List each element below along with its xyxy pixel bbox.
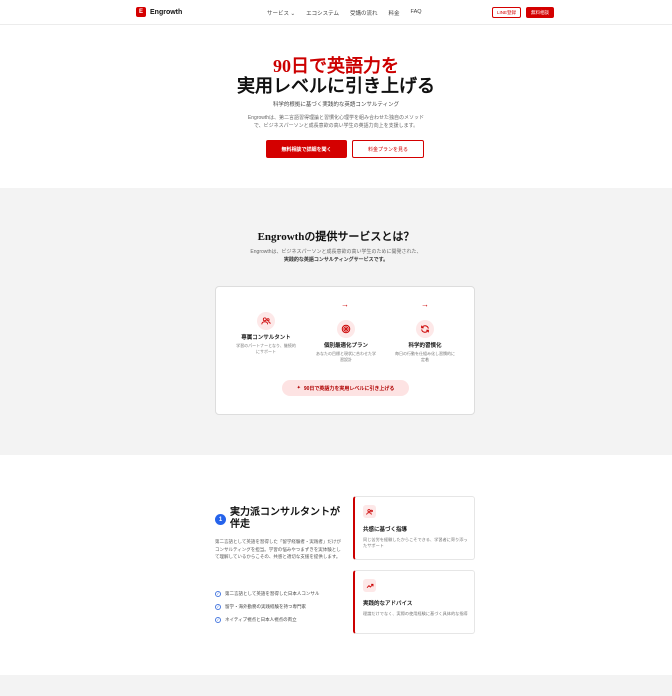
check-item-label: ネイティブ視点と日本人視点の両立 — [225, 616, 297, 622]
hero-pricing-button[interactable]: 料金プランを見る — [352, 140, 424, 158]
sparkle-icon: ✦ — [296, 385, 301, 391]
trending-up-icon — [363, 579, 376, 592]
step-plan: 個別最適化プラン あなたの目標と現状に合わせた学習設計 — [316, 320, 376, 362]
step-habit: 科学的習慣化 毎日の行動を仕組み化し習慣的に定着 — [395, 320, 455, 362]
check-circle-icon: ✓ — [215, 616, 221, 623]
hero-description: Engrowthは、第二言語習得理論と習慣化心理学を組み合わせた独自のメソッド … — [0, 114, 672, 130]
free-consult-button[interactable]: 無料相談 — [526, 7, 554, 18]
check-circle-icon: ✓ — [215, 590, 221, 597]
site-header: E Engrowth サービス ⌄ エコシステム 受講の流れ 料金 FAQ LI… — [0, 0, 672, 25]
nav-item-faq[interactable]: FAQ — [411, 9, 422, 17]
consultant-title: 実力派コンサルタントが伴走 — [230, 507, 340, 530]
hero-desc-line2: で、ビジネスパーソンと成長意欲の高い学生の英語力向上を支援します。 — [253, 123, 419, 129]
nav-item-flow[interactable]: 受講の流れ — [350, 9, 378, 17]
line-register-button[interactable]: LINE登録 — [492, 7, 521, 18]
feature-title: 実践的なアドバイス — [363, 601, 413, 607]
hero-subtitle: 科学的根拠に基づく実践的な英語コンサルティング — [272, 102, 400, 108]
step-consultant-title: 専属コンサルタント — [241, 335, 291, 341]
services-pill-label: 90日で英語力を実用レベルに引き上げる — [303, 385, 395, 392]
hero-desc-line1: Engrowthは、第二言語習得理論と習慣化心理学を組み合わせた独自のメソッド — [247, 115, 425, 121]
feature-text: 理論だけでなく、実際の使用経験に基づく具体的な指導 — [363, 611, 468, 616]
step-habit-text: 毎日の行動を仕組み化し習慣的に定着 — [395, 351, 455, 362]
list-item: ✓ 第二言語として英語を習得した日本人コンサル — [215, 587, 350, 600]
hero-title-line2: 実用レベルに引き上げる — [237, 76, 435, 96]
consultant-section — [0, 455, 672, 675]
arrow-right-icon: → — [421, 300, 429, 309]
services-description: Engrowthは、ビジネスパーソンと成長意欲の高い学生のために開発された、 実… — [0, 248, 672, 264]
feature-title: 共感に基づく指導 — [363, 527, 408, 533]
services-desc-line1: Engrowthは、ビジネスパーソンと成長意欲の高い学生のために開発された、 — [250, 249, 422, 255]
hero-section: 90日で英語力を 実用レベルに引き上げる 科学的根拠に基づく実践的な英語コンサル… — [0, 26, 672, 188]
step-habit-title: 科学的習慣化 — [408, 343, 442, 349]
step-plan-title: 個別最適化プラン — [323, 343, 368, 349]
nav-item-pricing[interactable]: 料金 — [389, 9, 400, 17]
nav-item-ecosystem[interactable]: エコシステム — [306, 9, 339, 17]
check-circle-icon: ✓ — [215, 603, 221, 610]
users-icon — [363, 505, 376, 518]
check-item-label: 留学・海外勤務の実践経験を持つ専門家 — [225, 603, 306, 609]
main-nav: サービス ⌄ エコシステム 受講の流れ 料金 FAQ — [267, 9, 422, 17]
consultant-description: 第二言語として英語を習得した「留学経験者・実践者」だけがコンサルティングを担当。… — [215, 539, 341, 559]
step-consultant-text: 学習のパートナーとなり、継続的にサポート — [236, 343, 296, 354]
list-item: ✓ ネイティブ視点と日本人視点の両立 — [215, 613, 350, 626]
logo[interactable]: E Engrowth — [136, 7, 182, 17]
list-item: ✓ 留学・海外勤務の実践経験を持つ専門家 — [215, 600, 350, 613]
arrow-right-icon: → — [341, 300, 349, 309]
next-section-band — [0, 675, 672, 696]
feature-card-empathy: 共感に基づく指導 同じ苦労を経験したからこそできる、学習者に寄り添ったサポート — [353, 496, 475, 560]
logo-mark: E — [136, 7, 146, 17]
consultant-check-list: ✓ 第二言語として英語を習得した日本人コンサル ✓ 留学・海外勤務の実践経験を持… — [215, 587, 350, 626]
section-number-badge: 1 — [215, 514, 226, 525]
step-consultant: 専属コンサルタント 学習のパートナーとなり、継続的にサポート — [236, 312, 296, 354]
services-card: 専属コンサルタント 学習のパートナーとなり、継続的にサポート → 個別最適化プラ… — [215, 286, 475, 415]
logo-text: Engrowth — [150, 8, 183, 16]
nav-item-services[interactable]: サービス ⌄ — [267, 9, 295, 17]
services-pill: ✦ 90日で英語力を実用レベルに引き上げる — [282, 380, 409, 396]
services-title: Engrowthの提供サービスとは？ — [257, 231, 415, 243]
services-desc-line2: 実践的な英語コンサルティングサービスです。 — [283, 257, 389, 263]
hero-consult-button[interactable]: 無料相談で詳細を聞く — [266, 140, 347, 158]
users-icon — [257, 312, 275, 330]
step-plan-text: あなたの目標と現状に合わせた学習設計 — [316, 351, 376, 362]
feature-text: 同じ苦労を経験したからこそできる、学習者に寄り添ったサポート — [363, 537, 468, 548]
target-icon — [337, 320, 355, 338]
check-item-label: 第二言語として英語を習得した日本人コンサル — [225, 590, 320, 596]
feature-card-practical: 実践的なアドバイス 理論だけでなく、実際の使用経験に基づく具体的な指導 — [353, 570, 475, 634]
services-section: Engrowthの提供サービスとは？ Engrowthは、ビジネスパーソンと成長… — [0, 188, 672, 455]
refresh-icon — [416, 320, 434, 338]
